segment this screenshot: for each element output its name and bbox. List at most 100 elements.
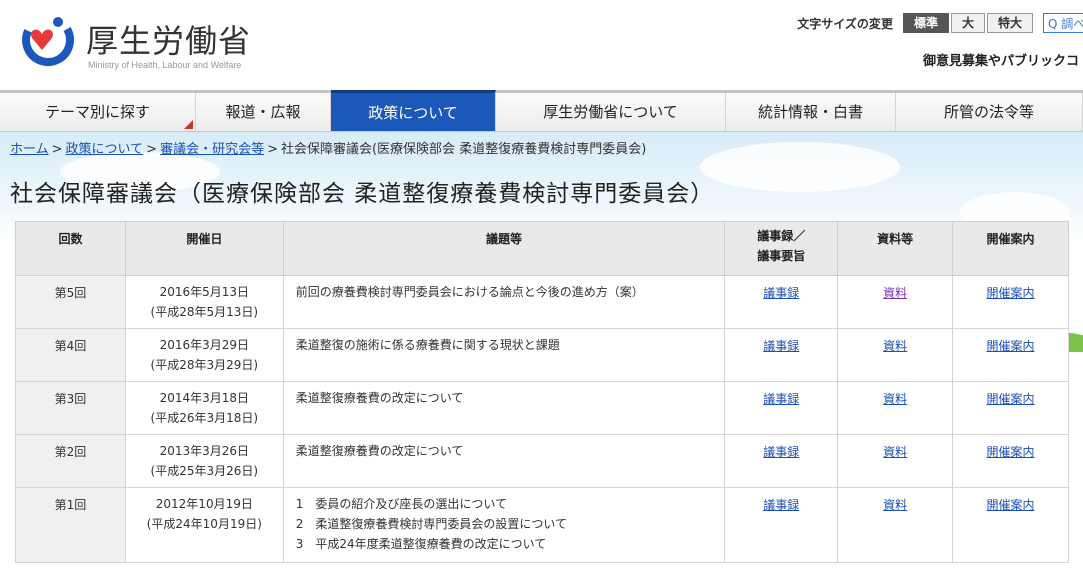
row-num: 第1回 — [15, 487, 126, 563]
col-header-materials: 資料等 — [837, 221, 954, 276]
col-header-topic: 議題等 — [282, 221, 726, 276]
chevron-right-icon: > — [267, 142, 278, 157]
row-date-western: 2013年3月26日 — [159, 444, 250, 458]
nav-item-label: テーマ別に探す — [44, 103, 150, 121]
breadcrumb: ホーム > 政策について > 審議会・研究会等 > 社会保障審議会(医療保険部会 柔道整復療… — [10, 138, 646, 157]
minutes-link[interactable]: 議事録 — [763, 498, 799, 512]
row-date-western: 2014年3月18日 — [159, 391, 250, 405]
row-materials: 資料 — [837, 275, 954, 329]
site-logo[interactable]: 厚生労働省 Ministry of Health, Labour and Wel… — [18, 10, 258, 72]
col-header-minutes-line2: 議事要旨 — [757, 249, 806, 263]
row-date-japanese: (平成28年5月13日) — [150, 305, 259, 319]
page-title: 社会保障審議会（医療保険部会 柔道整復療養費検討専門委員会） — [10, 181, 715, 207]
nav-item-laws[interactable]: 所管の法令等 — [896, 93, 1083, 131]
row-topic: 柔道整復療養費の改定について — [282, 434, 726, 488]
materials-link[interactable]: 資料 — [883, 498, 907, 512]
breadcrumb-policy-link[interactable]: 政策について — [66, 142, 144, 157]
row-notice: 開催案内 — [952, 434, 1069, 488]
nav-item-label: 統計情報・白書 — [757, 103, 863, 121]
row-notice: 開催案内 — [952, 275, 1069, 329]
row-num: 第4回 — [15, 328, 126, 382]
minutes-link[interactable]: 議事録 — [763, 445, 799, 459]
row-topic: 柔道整復療養費の改定について — [282, 381, 726, 435]
row-num: 第3回 — [15, 381, 126, 435]
notice-link[interactable]: 開催案内 — [987, 445, 1035, 459]
table-row: 第5回 2016年5月13日 (平成28年5月13日) 前回の療養費検討専門委員… — [15, 275, 1069, 329]
col-header-notice: 開催案内 — [952, 221, 1069, 276]
table-header-row: 回数 開催日 議題等 議事録／ 議事要旨 資料等 開催案内 — [15, 221, 1069, 276]
row-topic-line: 2 柔道整復療養費検討専門委員会の設置について — [295, 517, 568, 531]
font-size-xlarge-button[interactable]: 特大 — [986, 13, 1033, 33]
minutes-link[interactable]: 議事録 — [763, 392, 799, 406]
nav-item-themes[interactable]: テーマ別に探す — [0, 93, 196, 131]
row-date-western: 2016年5月13日 — [159, 285, 250, 299]
mhlw-logo-icon — [21, 13, 74, 66]
row-notice: 開催案内 — [952, 487, 1069, 563]
nav-item-label: 報道・広報 — [225, 103, 301, 121]
row-minutes: 議事録 — [724, 381, 839, 435]
row-topic-line: 柔道整復の施術に係る療養費に関する現状と課題 — [295, 338, 560, 352]
materials-link[interactable]: 資料 — [883, 286, 907, 300]
row-materials: 資料 — [837, 434, 954, 488]
row-materials: 資料 — [837, 328, 954, 382]
row-topic: 前回の療養費検討専門委員会における論点と今後の進め方（案） — [282, 275, 726, 329]
breadcrumb-councils-link[interactable]: 審議会・研究会等 — [160, 142, 264, 157]
row-topic-line: 前回の療養費検討専門委員会における論点と今後の進め方（案） — [295, 285, 644, 299]
org-name: 厚生労働省 — [86, 22, 252, 60]
minutes-link[interactable]: 議事録 — [763, 286, 799, 300]
nav-item-statistics[interactable]: 統計情報・白書 — [726, 93, 896, 131]
font-size-label: 文字サイズの変更 — [797, 16, 893, 31]
col-header-date: 開催日 — [124, 221, 284, 276]
notice-link[interactable]: 開催案内 — [987, 286, 1035, 300]
row-date: 2016年3月29日 (平成28年3月29日) — [124, 328, 284, 382]
font-size-large-button[interactable]: 大 — [950, 13, 985, 33]
row-num: 第2回 — [15, 434, 126, 488]
nav-item-label: 所管の法令等 — [943, 103, 1034, 121]
minutes-link[interactable]: 議事録 — [763, 339, 799, 353]
site-header: 厚生労働省 Ministry of Health, Labour and Wel… — [0, 0, 1083, 90]
table-row: 第1回 2012年10月19日 (平成24年10月19日) 1 委員の紹介及び座… — [15, 487, 1069, 563]
corner-marker-icon — [184, 120, 193, 129]
row-minutes: 議事録 — [724, 275, 839, 329]
row-notice: 開催案内 — [952, 381, 1069, 435]
row-materials: 資料 — [837, 381, 954, 435]
meetings-table: 回数 開催日 議題等 議事録／ 議事要旨 資料等 開催案内 第5回 2016年5… — [15, 221, 1069, 563]
row-topic: 柔道整復の施術に係る療養費に関する現状と課題 — [282, 328, 726, 382]
row-topic-line: 1 委員の紹介及び座長の選出について — [295, 497, 508, 511]
org-name-en: Ministry of Health, Labour and Welfare — [88, 60, 242, 70]
row-date-western: 2012年10月19日 — [155, 497, 253, 511]
materials-link[interactable]: 資料 — [883, 339, 907, 353]
notice-link[interactable]: 開催案内 — [987, 392, 1035, 406]
row-date-western: 2016年3月29日 — [159, 338, 250, 352]
col-header-num: 回数 — [15, 221, 126, 276]
nav-item-about[interactable]: 厚生労働省について — [496, 93, 726, 131]
row-date: 2014年3月18日 (平成26年3月18日) — [124, 381, 284, 435]
cloud-decoration — [700, 142, 900, 192]
row-minutes: 議事録 — [724, 487, 839, 563]
nav-item-label: 政策について — [368, 104, 458, 122]
font-size-standard-button[interactable]: 標準 — [902, 13, 949, 33]
notice-link[interactable]: 開催案内 — [987, 498, 1035, 512]
materials-link[interactable]: 資料 — [883, 392, 907, 406]
row-materials: 資料 — [837, 487, 954, 563]
row-date-japanese: (平成24年10月19日) — [146, 517, 262, 531]
row-topic-line: 3 平成24年度柔道整復療養費の改定について — [295, 537, 547, 551]
public-comment-link[interactable]: 御意見募集やパブリックコ — [923, 50, 1083, 69]
nav-item-label: 厚生労働省について — [543, 103, 678, 121]
nav-item-policy[interactable]: 政策について — [331, 90, 496, 131]
font-size-switcher: 文字サイズの変更 標準 大 特大 Q 調べ — [797, 12, 1083, 34]
chevron-right-icon: > — [51, 142, 63, 157]
row-date-japanese: (平成28年3月29日) — [150, 358, 259, 372]
row-date: 2012年10月19日 (平成24年10月19日) — [124, 487, 284, 563]
col-header-minutes-line1: 議事録／ — [757, 229, 806, 243]
table-row: 第2回 2013年3月26日 (平成25年3月26日) 柔道整復療養費の改定につ… — [15, 434, 1069, 488]
row-topic-line: 柔道整復療養費の改定について — [295, 391, 464, 405]
chevron-right-icon: > — [146, 142, 158, 157]
materials-link[interactable]: 資料 — [883, 445, 907, 459]
search-input[interactable]: Q 調べ — [1043, 13, 1083, 33]
breadcrumb-home-link[interactable]: ホーム — [10, 142, 49, 157]
notice-link[interactable]: 開催案内 — [987, 339, 1035, 353]
table-row: 第3回 2014年3月18日 (平成26年3月18日) 柔道整復療養費の改定につ… — [15, 381, 1069, 435]
nav-item-press[interactable]: 報道・広報 — [196, 93, 331, 131]
row-date: 2016年5月13日 (平成28年5月13日) — [124, 275, 284, 329]
